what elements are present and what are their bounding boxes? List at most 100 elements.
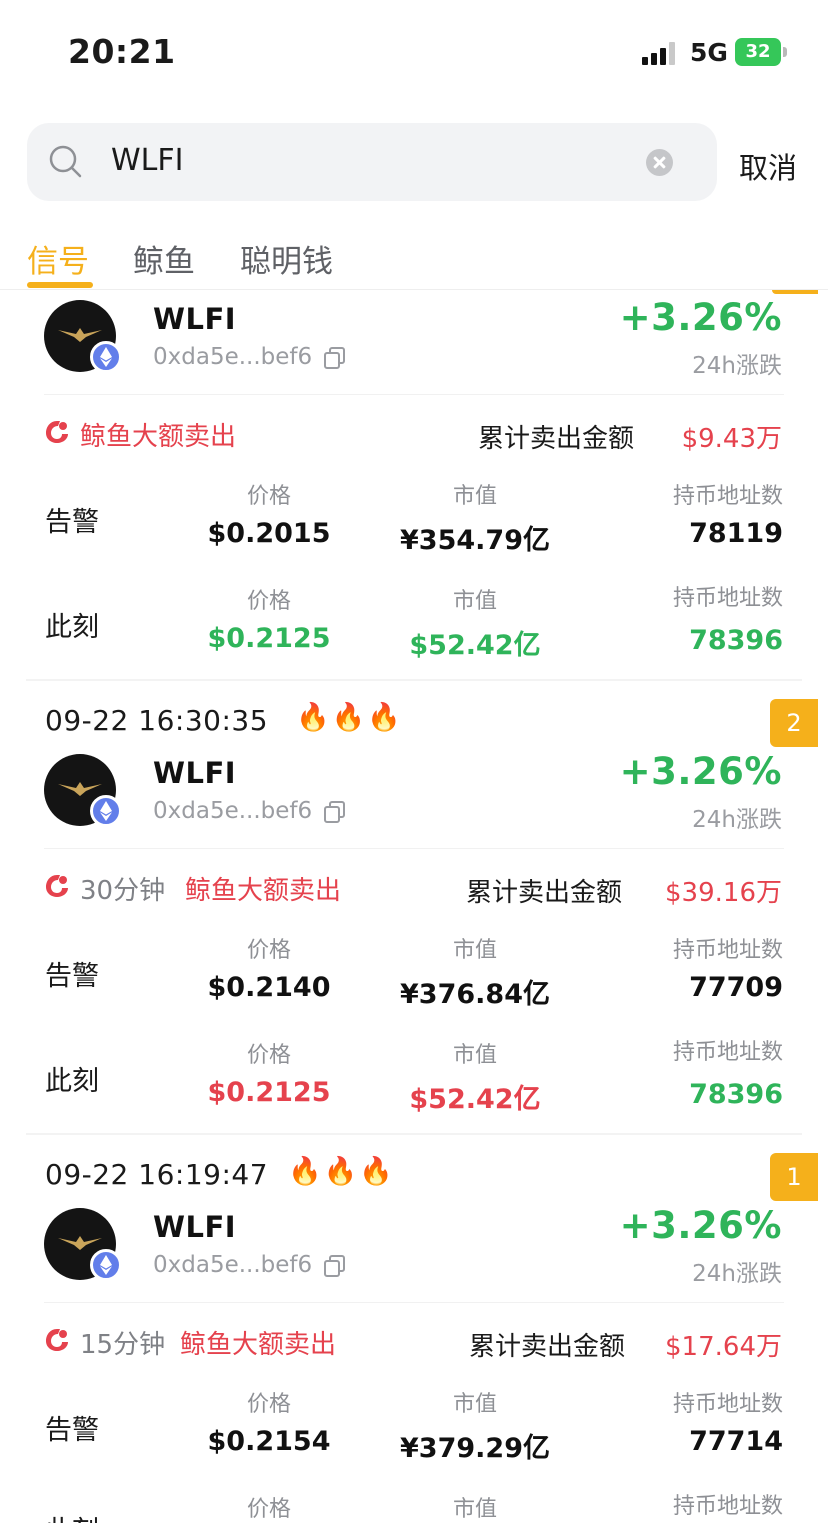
card-separator (0, 1127, 828, 1141)
market-cap-header: 市值 (452, 484, 497, 509)
token-address: 0xda5e...bef6 (153, 1252, 313, 1278)
alert-holders: 77709 (689, 972, 783, 1003)
search-input[interactable]: WLFI (27, 123, 717, 201)
signal-feed[interactable]: WLFI 0xda5e...bef6 +3.26% 24h涨跌 鲸鱼大额卖出 累… (0, 290, 828, 1523)
current-price: $0.2125 (207, 623, 331, 654)
eagle-logo-icon (58, 782, 102, 796)
search-query: WLFI (111, 143, 184, 178)
price-header: 价格 (246, 484, 291, 509)
cumulative-sell-value: $39.16万 (665, 878, 782, 908)
price-header: 价格 (246, 1043, 291, 1068)
holders-header: 持币地址数 (672, 938, 783, 963)
now-row-label: 此刻 (45, 1066, 99, 1097)
alert-row-label: 告警 (45, 1415, 99, 1446)
alert-title: 鲸鱼大额卖出 (185, 876, 342, 906)
ethereum-icon (90, 1249, 122, 1281)
token-address: 0xda5e...bef6 (153, 798, 313, 824)
alert-market-cap: ¥376.84亿 (400, 979, 550, 1010)
cumulative-sell-value: $17.64万 (665, 1332, 782, 1362)
alert-duration: 15分钟 (80, 1330, 166, 1360)
price-change: +3.26% (619, 296, 782, 339)
card-separator (0, 673, 828, 687)
market-cap-header: 市值 (452, 938, 497, 963)
eagle-logo-icon (58, 328, 102, 342)
copy-icon[interactable] (324, 801, 346, 823)
token-name[interactable]: WLFI (153, 1210, 236, 1244)
holders-header: 持币地址数 (672, 1392, 783, 1417)
price-change: +3.26% (619, 750, 782, 793)
signal-card[interactable]: 09-22 16:19:47 🔥🔥🔥 1 WLFI 0xda5e...bef6 … (0, 1144, 828, 1523)
divider (44, 394, 784, 395)
cumulative-sell-label: 累计卖出金额 (478, 424, 635, 454)
battery-icon: 32 (735, 38, 787, 66)
price-change-label: 24h涨跌 (692, 1261, 782, 1287)
price-header: 价格 (246, 1392, 291, 1417)
current-holders: 78396 (689, 1079, 783, 1110)
holders-header: 持币地址数 (672, 1040, 783, 1065)
signal-card[interactable]: 09-22 16:30:35 🔥🔥🔥 2 WLFI 0xda5e...bef6 … (0, 690, 828, 1140)
tab-indicator (27, 282, 93, 288)
price-header: 价格 (246, 589, 291, 614)
alert-holders: 77714 (689, 1426, 783, 1457)
eagle-logo-icon (58, 1236, 102, 1250)
now-row-label: 此刻 (45, 1509, 99, 1523)
holders-header: 持币地址数 (672, 586, 783, 611)
signal-time: 09-22 16:19:47 (45, 1158, 269, 1191)
fire-icon: 🔥🔥🔥 (296, 702, 403, 733)
alert-row-label: 告警 (45, 507, 99, 538)
now-row-label: 此刻 (45, 612, 99, 643)
cumulative-sell-label: 累计卖出金额 (466, 878, 623, 908)
current-market-cap: $52.42亿 (409, 630, 541, 661)
alert-price: $0.2140 (207, 972, 331, 1003)
fire-icon: 🔥🔥🔥 (288, 1156, 395, 1187)
price-header: 价格 (246, 1497, 291, 1522)
alert-price: $0.2154 (207, 1426, 331, 1457)
rank-badge: 1 (770, 1153, 818, 1201)
whale-alert-icon (46, 875, 68, 897)
signal-card[interactable]: WLFI 0xda5e...bef6 +3.26% 24h涨跌 鲸鱼大额卖出 累… (0, 290, 828, 685)
copy-icon[interactable] (324, 347, 346, 369)
ethereum-icon (90, 795, 122, 827)
battery-level: 32 (745, 41, 771, 62)
alert-holders: 78119 (689, 518, 783, 549)
ethereum-icon (90, 341, 122, 373)
market-cap-header: 市值 (452, 1043, 497, 1068)
tab-smart-money[interactable]: 聪明钱 (240, 236, 333, 281)
market-cap-header: 市值 (452, 1497, 497, 1522)
status-bar: 20:21 5G 32 (0, 0, 828, 100)
market-cap-header: 市值 (452, 1392, 497, 1417)
alert-market-cap: ¥379.29亿 (400, 1433, 550, 1464)
cancel-button[interactable]: 取消 (739, 145, 797, 187)
holders-header: 持币地址数 (672, 1494, 783, 1519)
network-label: 5G (690, 38, 728, 67)
price-change-label: 24h涨跌 (692, 353, 782, 379)
token-name[interactable]: WLFI (153, 756, 236, 790)
current-holders: 78396 (689, 625, 783, 656)
alert-title: 鲸鱼大额卖出 (80, 422, 237, 452)
rank-badge: 2 (770, 699, 818, 747)
whale-alert-icon (46, 1329, 68, 1351)
cumulative-sell-value: $9.43万 (681, 424, 782, 454)
status-time: 20:21 (68, 32, 176, 71)
price-header: 价格 (246, 938, 291, 963)
market-cap-header: 市值 (452, 589, 497, 614)
clear-icon[interactable] (646, 149, 673, 176)
token-name[interactable]: WLFI (153, 302, 236, 336)
alert-duration: 30分钟 (80, 876, 166, 906)
divider (44, 1302, 784, 1303)
alert-price: $0.2015 (207, 518, 331, 549)
price-change: +3.26% (619, 1204, 782, 1247)
cumulative-sell-label: 累计卖出金额 (469, 1332, 626, 1362)
whale-alert-icon (46, 421, 68, 443)
search-icon (49, 145, 82, 178)
divider (44, 848, 784, 849)
tab-signal[interactable]: 信号 (27, 236, 89, 281)
holders-header: 持币地址数 (672, 484, 783, 509)
rank-badge (772, 290, 818, 294)
tab-whale[interactable]: 鲸鱼 (133, 236, 195, 281)
alert-row-label: 告警 (45, 961, 99, 992)
copy-icon[interactable] (324, 1255, 346, 1277)
current-market-cap: $52.42亿 (409, 1084, 541, 1115)
price-change-label: 24h涨跌 (692, 807, 782, 833)
token-address: 0xda5e...bef6 (153, 344, 313, 370)
